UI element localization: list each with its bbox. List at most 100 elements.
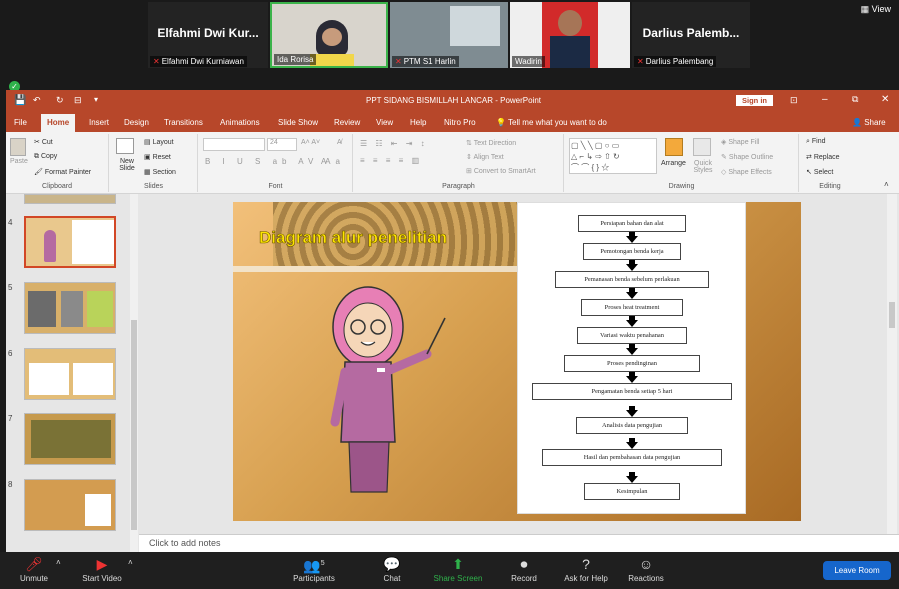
shape-outline-button[interactable]: ✎ Shape Outline [721,153,773,161]
participant-tile-active-speaker[interactable]: Ida Rorisa [270,2,388,68]
slide-thumbnail-partial[interactable] [24,194,116,204]
tab-animations[interactable]: Animations [220,118,260,127]
new-slide-button[interactable]: New Slide [114,158,140,172]
font-size-box[interactable]: 24 [267,138,297,151]
slide-thumbnail[interactable] [24,413,116,465]
increase-decrease-font-size-icon[interactable]: A˄ A˅ [301,139,320,146]
share-button[interactable]: 👤 Share [852,118,886,127]
list-indent-icons[interactable]: ☰ ☷ ⇤ ⇥ ↕ [360,139,428,148]
close-icon[interactable]: ✕ [881,94,889,105]
flowchart-step[interactable]: Proses heat treatment [581,299,683,316]
shape-effects-button[interactable]: ◇ Shape Effects [721,168,772,176]
ask-for-help-button[interactable]: ? Ask for Help [556,552,616,583]
tab-file[interactable]: File [14,118,27,127]
help-icon: ? [582,556,590,572]
notes-pane[interactable]: Click to add notes [139,534,899,552]
format-painter-button[interactable]: 🖌 Format Painter [34,168,91,176]
flowchart-step[interactable]: Analisis data pengujian [576,417,688,434]
start-video-button[interactable]: ▶︎ Start Video [72,552,132,583]
flowchart-step[interactable]: Pemotongan benda kerja [583,243,681,260]
undo-icon[interactable]: ↶ [33,95,41,106]
lightbulb-icon: 💡 [496,118,506,127]
flowchart-step[interactable]: Pengamatan benda setiap 5 hari [532,383,732,400]
slide-thumbnail[interactable] [24,216,116,268]
layout-button[interactable]: ▤ Layout [144,138,174,146]
restore-icon[interactable]: ⧉ [852,94,858,105]
tab-slide-show[interactable]: Slide Show [278,118,318,127]
record-button[interactable]: ⏺ Record [494,552,554,583]
tab-help[interactable]: Help [410,118,426,127]
minimize-icon[interactable]: – [822,94,828,105]
slide-thumbnail[interactable] [24,479,116,531]
audio-options-chevron-icon[interactable]: ˄ [56,558,61,567]
sign-in-button[interactable]: Sign in [736,95,773,106]
paste-button[interactable]: Paste [10,158,28,165]
current-slide[interactable]: Diagram alur penelitian Persiapan bahan … [233,202,801,521]
reactions-button[interactable]: ☺ Reactions [616,552,676,583]
collapse-ribbon-icon[interactable]: ˄ [884,180,889,189]
editor-scrollbar[interactable] [887,194,897,538]
slide-thumbnail-pane: 4 5 6 7 8 [6,194,139,552]
flowchart-step[interactable]: Kesimpulan [584,483,680,500]
slide-thumbnail[interactable] [24,348,116,400]
chat-button[interactable]: 💬 Chat [362,552,422,583]
new-slide-icon[interactable] [116,138,134,154]
text-direction-button[interactable]: ⇅ Text Direction [466,139,516,147]
flowchart-step[interactable]: Persiapan bahan dan alat [578,215,686,232]
customize-toolbar-icon[interactable]: ▾ [94,95,98,104]
view-button[interactable]: ▦ View [861,4,891,15]
ribbon-display-options-icon[interactable]: ⊡ [790,95,798,106]
flowchart-step[interactable]: Hasil dan pembahasan data pengujian [542,449,722,466]
font-color-icon[interactable]: A [321,157,326,166]
participant-tile[interactable]: Wadirin [510,2,630,68]
flowchart-step[interactable]: Variasi waktu penahanan [577,327,687,344]
tab-nitro-pro[interactable]: Nitro Pro [444,118,476,127]
quick-styles-icon[interactable] [693,138,711,156]
share-screen-label: Share Screen [433,574,483,583]
video-options-chevron-icon[interactable]: ˄ [128,558,133,567]
tab-review[interactable]: Review [334,118,360,127]
quick-styles-button[interactable]: Quick Styles [689,160,717,174]
start-from-beginning-icon[interactable]: ⊟ [74,95,82,106]
share-screen-button[interactable]: ⬆ Share Screen [428,552,488,583]
cut-button[interactable]: ✂ Cut [34,138,53,146]
copy-button[interactable]: ⧉ Copy [34,153,57,161]
arrange-icon[interactable] [665,138,683,156]
paste-icon[interactable] [10,138,26,156]
slide-title[interactable]: Diagram alur penelitian [259,228,448,248]
participant-tile[interactable]: Darlius Palemb... ✕ Darlius Palembang [632,2,750,68]
ribbon: Paste ✂ Cut ⧉ Copy 🖌 Format Painter Clip… [6,132,899,194]
convert-smartart-button[interactable]: ⊞ Convert to SmartArt [466,167,536,175]
tell-me-search[interactable]: 💡 Tell me what you want to do [496,118,607,127]
replace-button[interactable]: ⇄ Replace [806,153,840,161]
save-icon[interactable]: 💾 [14,95,26,106]
font-name-box[interactable] [203,138,265,151]
clear-formatting-icon[interactable]: A̸ [337,139,342,146]
tab-view[interactable]: View [376,118,393,127]
flowchart-step[interactable]: Pemanasan benda sebelum perlakuan [555,271,709,288]
redo-icon[interactable]: ↻ [56,95,64,106]
leave-room-button[interactable]: Leave Room [823,561,891,580]
shape-outline-label: Shape Outline [728,154,774,161]
flowchart-step[interactable]: Proses pendinginan [564,355,700,372]
unmute-button[interactable]: 🎤︎ Unmute [4,552,64,583]
participant-tile[interactable]: ✕ PTM S1 Harlin [390,2,508,68]
shape-fill-button[interactable]: ◈ Shape Fill [721,138,759,146]
thumbnail-scrollbar[interactable] [130,194,138,552]
participant-tile[interactable]: Elfahmi Dwi Kur... ✕ Elfahmi Dwi Kurniawa… [148,2,268,68]
tab-design[interactable]: Design [124,118,149,127]
alignment-icons[interactable]: ≡ ≡ ≡ ≡ ▥ [360,156,422,165]
find-button[interactable]: ⌕ Find [806,138,826,146]
reset-button[interactable]: ▣ Reset [144,153,171,161]
arrange-button[interactable]: Arrange [661,160,686,167]
shapes-gallery[interactable]: ▢ ╲ ╲ ▢ ○ ▭ △ ⌐ ↳ ⇨ ⇧ ↻ ⌒ ⌒ { } ☆ [569,138,657,174]
tab-home[interactable]: Home [41,114,76,132]
section-button[interactable]: ▦ Section [144,168,176,176]
tab-transitions[interactable]: Transitions [164,118,203,127]
participant-strip: Elfahmi Dwi Kur... ✕ Elfahmi Dwi Kurniawa… [0,0,899,80]
participants-button[interactable]: 👥5 Participants [284,552,344,583]
tab-insert[interactable]: Insert [89,118,109,127]
select-button[interactable]: ↖ Select [806,168,833,176]
slide-thumbnail[interactable] [24,282,116,334]
align-text-button[interactable]: ⇕ Align Text [466,153,504,161]
